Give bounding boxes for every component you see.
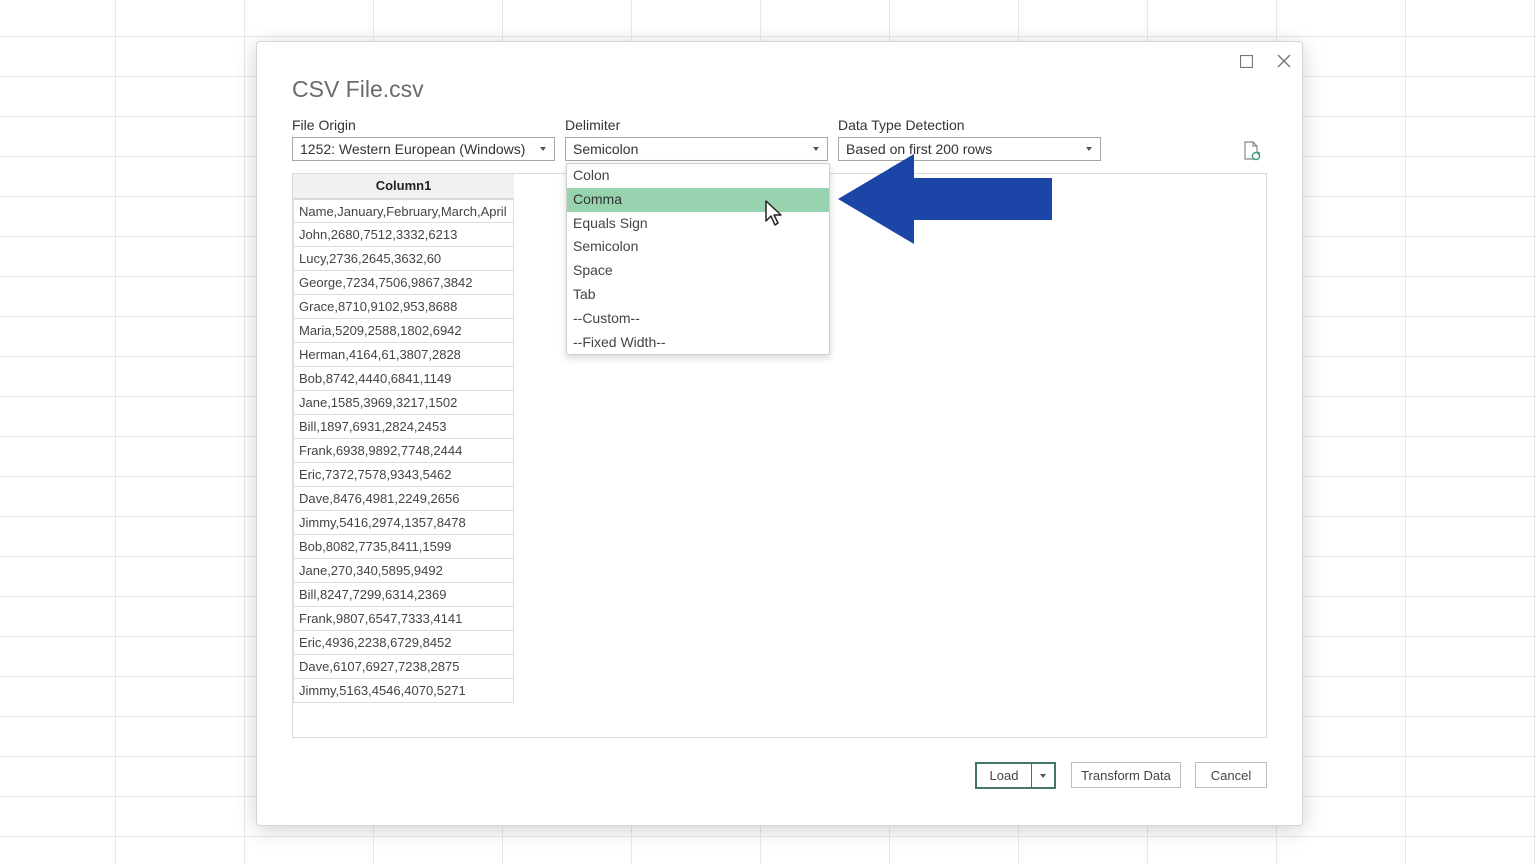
table-row[interactable]: Maria,5209,2588,1802,6942 <box>293 319 514 343</box>
csv-import-dialog: CSV File.csv File Origin 1252: Western E… <box>256 41 1303 826</box>
delimiter-option[interactable]: Space <box>567 259 829 283</box>
table-row[interactable]: Frank,9807,6547,7333,4141 <box>293 607 514 631</box>
table-row[interactable]: Herman,4164,61,3807,2828 <box>293 343 514 367</box>
maximize-button[interactable] <box>1232 48 1260 74</box>
delimiter-option[interactable]: Colon <box>567 164 829 188</box>
table-row[interactable]: Jimmy,5163,4546,4070,5271 <box>293 679 514 703</box>
delimiter-option[interactable]: --Custom-- <box>567 307 829 331</box>
delimiter-option[interactable]: Tab <box>567 283 829 307</box>
table-row[interactable]: Frank,6938,9892,7748,2444 <box>293 439 514 463</box>
table-row[interactable]: Dave,6107,6927,7238,2875 <box>293 655 514 679</box>
mouse-cursor-icon <box>765 200 782 226</box>
file-origin-label: File Origin <box>292 117 356 133</box>
delimiter-option[interactable]: Equals Sign <box>567 212 829 236</box>
delimiter-select[interactable]: Semicolon <box>565 137 828 161</box>
table-row[interactable]: Jimmy,5416,2974,1357,8478 <box>293 511 514 535</box>
close-icon <box>1277 54 1291 68</box>
table-row[interactable]: Bob,8742,4440,6841,1149 <box>293 367 514 391</box>
delimiter-option[interactable]: Comma <box>567 187 829 212</box>
table-row[interactable]: Eric,7372,7578,9343,5462 <box>293 463 514 487</box>
data-type-detection-label: Data Type Detection <box>838 117 965 133</box>
chevron-down-icon <box>1086 147 1092 151</box>
cancel-button[interactable]: Cancel <box>1195 762 1267 788</box>
chevron-down-icon <box>540 147 546 151</box>
table-row[interactable]: Bill,1897,6931,2824,2453 <box>293 415 514 439</box>
file-origin-value: 1252: Western European (Windows) <box>300 141 526 157</box>
dialog-title: CSV File.csv <box>292 76 424 102</box>
column-header[interactable]: Column1 <box>293 174 514 199</box>
chevron-down-icon <box>813 147 819 151</box>
table-row[interactable]: Jane,270,340,5895,9492 <box>293 559 514 583</box>
delimiter-option[interactable]: Semicolon <box>567 235 829 259</box>
delimiter-dropdown-list: Colon Comma Equals Sign Semicolon Space Tab --… <box>566 163 830 355</box>
table-row[interactable]: Bill,8247,7299,6314,2369 <box>293 583 514 607</box>
load-split-button: Load <box>975 762 1056 789</box>
table-row[interactable]: John,2680,7512,3332,6213 <box>293 223 514 247</box>
annotation-arrow-icon <box>838 154 1052 244</box>
file-origin-select[interactable]: 1252: Western European (Windows) <box>292 137 555 161</box>
maximize-icon <box>1239 54 1253 68</box>
refresh-preview-icon[interactable] <box>1242 140 1262 162</box>
preview-table: Column1 Name,January,February,March,Apri… <box>293 174 514 703</box>
table-row[interactable]: Jane,1585,3969,3217,1502 <box>293 391 514 415</box>
table-row[interactable]: George,7234,7506,9867,3842 <box>293 271 514 295</box>
delimiter-label: Delimiter <box>565 117 621 133</box>
close-button[interactable] <box>1270 48 1298 74</box>
load-options-button[interactable] <box>1032 764 1054 787</box>
load-button[interactable]: Load <box>977 764 1032 787</box>
delimiter-option[interactable]: --Fixed Width-- <box>567 331 829 355</box>
table-row[interactable]: Eric,4936,2238,6729,8452 <box>293 631 514 655</box>
transform-data-button[interactable]: Transform Data <box>1071 762 1181 788</box>
table-row[interactable]: Bob,8082,7735,8411,1599 <box>293 535 514 559</box>
table-row[interactable]: Lucy,2736,2645,3632,60 <box>293 247 514 271</box>
chevron-down-icon <box>1040 773 1046 778</box>
table-row[interactable]: Dave,8476,4981,2249,2656 <box>293 487 514 511</box>
table-row[interactable]: Name,January,February,March,April <box>293 199 514 223</box>
table-row[interactable]: Grace,8710,9102,953,8688 <box>293 295 514 319</box>
delimiter-value: Semicolon <box>573 141 639 157</box>
